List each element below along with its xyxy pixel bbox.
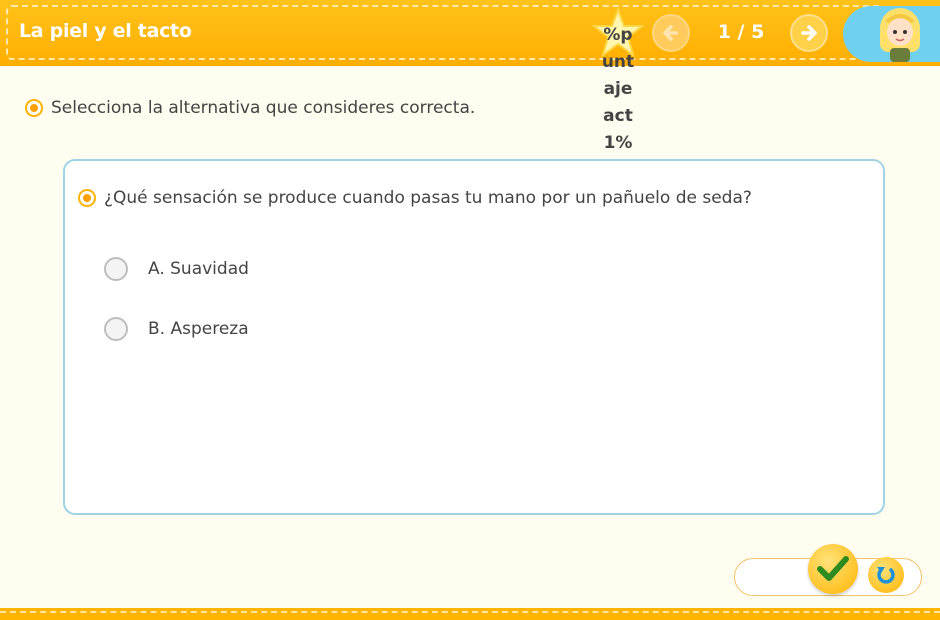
radio-dot-icon <box>78 189 96 207</box>
arrow-right-icon <box>801 25 817 41</box>
instruction-text: Selecciona la alternativa que consideres… <box>51 98 476 118</box>
option-label: B. Aspereza <box>148 319 249 339</box>
avatar-icon <box>880 8 920 62</box>
question-text: ¿Qué sensación se produce cuando pasas t… <box>104 188 752 208</box>
option-a[interactable]: A. Suavidad <box>104 257 249 281</box>
radio-button[interactable] <box>104 257 128 281</box>
radio-dot-icon <box>25 99 43 117</box>
question-row: ¿Qué sensación se produce cuando pasas t… <box>78 188 752 208</box>
footer-bar <box>0 608 940 620</box>
reset-button[interactable] <box>868 557 904 593</box>
page-title: La piel y el tacto <box>19 20 192 42</box>
instruction-row: Selecciona la alternativa que consideres… <box>25 98 475 118</box>
check-button[interactable] <box>808 544 858 594</box>
next-button[interactable] <box>790 14 828 52</box>
option-label: A. Suavidad <box>148 259 249 279</box>
check-icon <box>817 556 849 581</box>
arrow-left-icon <box>663 25 678 41</box>
footer-dashed-line <box>0 611 940 613</box>
question-counter: 1 / 5 <box>717 21 765 43</box>
radio-button[interactable] <box>104 317 128 341</box>
reset-icon <box>877 567 895 584</box>
prev-button[interactable] <box>652 14 690 52</box>
score-label: %puntajeact1% <box>601 25 635 153</box>
option-b[interactable]: B. Aspereza <box>104 317 249 341</box>
